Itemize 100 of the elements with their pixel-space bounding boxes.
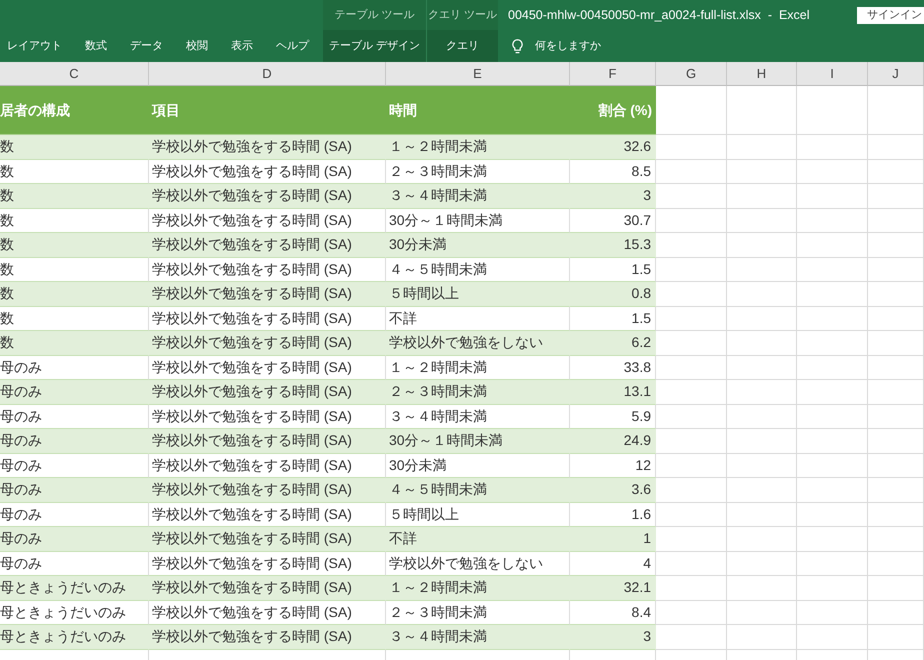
table-cell: 3 <box>570 184 656 208</box>
table-cell: ４～５時間未満 <box>386 258 570 282</box>
table-cell: 24.9 <box>570 429 656 454</box>
table-cell: 学校以外で勉強をする時間 (SA) <box>149 135 386 160</box>
table-cell: 数 <box>0 331 149 356</box>
table-cell: 学校以外で勉強をする時間 (SA) <box>149 404 386 429</box>
table-cell: 数 <box>0 258 149 282</box>
table-cell: 1.5 <box>570 258 656 282</box>
table-cell: 学校以外で勉強をする時間 (SA) <box>149 282 386 306</box>
table-cell: 学校以外で勉強をする時間 (SA) <box>149 258 386 282</box>
table-cell: 学校以外で勉強をする時間 (SA) <box>149 356 386 380</box>
table-cell: 学校以外で勉強をしない <box>386 331 570 356</box>
table-cell: 30分～１時間未満 <box>386 208 570 233</box>
table-cell: 6.2 <box>570 331 656 356</box>
column-header[interactable]: D <box>149 62 386 86</box>
table-cell: 学校以外で勉強をする時間 (SA) <box>149 160 386 184</box>
table-cell: 学校以外で勉強をする時間 (SA) <box>149 306 386 331</box>
sign-in-button[interactable]: サインイン <box>857 6 924 24</box>
table-cell: 数 <box>0 233 149 258</box>
ribbon-tab[interactable]: 校閲 <box>181 33 213 59</box>
column-header[interactable]: C <box>0 62 149 86</box>
table-cell: 1.5 <box>570 306 656 331</box>
table-cell: 不詳 <box>386 527 570 552</box>
table-cell: 3.6 <box>570 478 656 502</box>
table-cell: 3 <box>570 625 656 650</box>
table-cell: 数 <box>0 135 149 160</box>
ribbon-tab[interactable]: テーブル デザイン <box>323 30 426 62</box>
table-cell: 1 <box>570 527 656 552</box>
table-cell: １～２時間未満 <box>386 135 570 160</box>
table-cell: １～２時間未満 <box>386 576 570 600</box>
table-cell: 数 <box>0 160 149 184</box>
column-header[interactable]: G <box>656 62 727 86</box>
table-cell: 数 <box>0 282 149 306</box>
column-header[interactable]: F <box>570 62 656 86</box>
table-cell: 30.7 <box>570 208 656 233</box>
table-cell: 30分未満 <box>386 454 570 478</box>
table-cell: ２～３時間未満 <box>386 380 570 404</box>
table-cell: 学校以外で勉強をする時間 (SA) <box>149 600 386 625</box>
table-cell: 学校以外で勉強をする時間 (SA) <box>149 625 386 650</box>
table-cell: 学校以外で勉強をしない <box>386 552 570 576</box>
table-cell: ４～５時間未満 <box>386 478 570 502</box>
tab-group-label: テーブル ツール <box>323 0 426 30</box>
table-cell: 母のみ <box>0 527 149 552</box>
table-cell: 学校以外で勉強をする時間 (SA) <box>149 502 386 527</box>
table-cell: 0.8 <box>570 282 656 306</box>
table-cell: 数 <box>0 184 149 208</box>
table-cell: ２～３時間未満 <box>386 600 570 625</box>
column-header[interactable]: I <box>797 62 868 86</box>
table-cell: 30分～１時間未満 <box>386 429 570 454</box>
table-cell: 母のみ <box>0 356 149 380</box>
tab-group-label: クエリ ツール <box>427 0 498 30</box>
table-cell: 学校以外で勉強をする時間 (SA) <box>149 527 386 552</box>
ribbon-tab[interactable]: 数式 <box>80 33 112 59</box>
ribbon-tab[interactable]: ヘルプ <box>271 33 314 59</box>
table-header-cell: 割合 (%) <box>570 86 656 135</box>
table-header-cell: 項目 <box>149 86 386 135</box>
column-header[interactable]: J <box>868 62 924 86</box>
table-cell: 30分未満 <box>386 233 570 258</box>
lightbulb-icon <box>512 38 523 54</box>
table-cell: 母ときょうだいのみ <box>0 600 149 625</box>
window-title: 00450-mhlw-00450050-mr_a0024-full-list.xlsx - Excel <box>508 6 810 24</box>
table-cell: 学校以外で勉強をする時間 (SA) <box>149 429 386 454</box>
table-cell: 学校以外で勉強をする時間 (SA) <box>149 208 386 233</box>
table-cell: 数 <box>0 306 149 331</box>
table-cell: 数 <box>0 208 149 233</box>
table-cell: 母のみ <box>0 404 149 429</box>
table-cell: ５時間以上 <box>386 282 570 306</box>
table-cell: 母のみ <box>0 429 149 454</box>
table-cell: 学校以外で勉強をする時間 (SA) <box>149 331 386 356</box>
column-header[interactable]: E <box>386 62 570 86</box>
table-cell: 学校以外で勉強をする時間 (SA) <box>149 184 386 208</box>
table-cell: ５時間以上 <box>386 502 570 527</box>
table-cell: 母のみ <box>0 502 149 527</box>
table-cell: 母のみ <box>0 552 149 576</box>
table-cell: 母のみ <box>0 380 149 404</box>
column-header[interactable]: H <box>727 62 797 86</box>
table-cell: 学校以外で勉強をする時間 (SA) <box>149 454 386 478</box>
table-cell: ２～３時間未満 <box>386 160 570 184</box>
table-cell: 8.5 <box>570 160 656 184</box>
table-cell: 学校以外で勉強をする時間 (SA) <box>149 233 386 258</box>
table-cell: 1.6 <box>570 502 656 527</box>
table-cell: ３～４時間未満 <box>386 404 570 429</box>
table-header-cell: 時間 <box>386 86 570 135</box>
ribbon-tab[interactable]: 表示 <box>226 33 258 59</box>
table-cell: １～２時間未満 <box>386 356 570 380</box>
table-cell: 母ときょうだいのみ <box>0 625 149 650</box>
table-header-cell: 居者の構成 <box>0 86 149 135</box>
ribbon-tab[interactable]: クエリ <box>427 30 498 62</box>
table-cell: ３～４時間未満 <box>386 625 570 650</box>
table-cell: 不詳 <box>386 306 570 331</box>
table-cell: 8.4 <box>570 600 656 625</box>
table-cell: 学校以外で勉強をする時間 (SA) <box>149 478 386 502</box>
ribbon-tab[interactable]: データ <box>125 33 168 59</box>
table-cell: 4 <box>570 552 656 576</box>
table-cell: 12 <box>570 454 656 478</box>
ribbon-tab[interactable]: レイアウト <box>2 33 67 59</box>
tell-me-search-field[interactable]: 何をしますか <box>535 35 665 57</box>
table-cell: 32.1 <box>570 576 656 600</box>
table-cell: 33.8 <box>570 356 656 380</box>
table-cell: 母のみ <box>0 478 149 502</box>
